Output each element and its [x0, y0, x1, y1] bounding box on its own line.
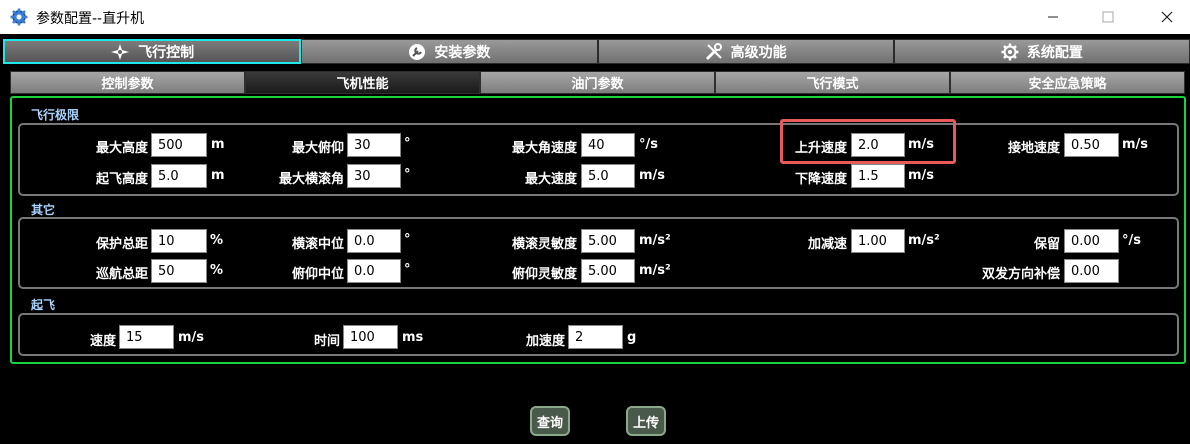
highlight-climb-speed	[780, 119, 956, 164]
label-descent-speed: 下降速度	[794, 172, 847, 187]
tab-label: 飞行控制	[138, 44, 195, 61]
descent-speed-input[interactable]	[851, 164, 905, 188]
max-speed-input[interactable]	[581, 164, 635, 188]
max-angular-speed-input[interactable]	[581, 133, 635, 157]
label-takeoff-altitude: 起飞高度	[95, 172, 148, 187]
unit-roll-sensitivity: m/s²	[639, 233, 671, 248]
label-pitch-center: 俯仰中位	[291, 267, 344, 282]
query-button[interactable]: 查询	[530, 406, 570, 436]
tab-advanced[interactable]: 高级功能	[597, 39, 894, 64]
takeoff-altitude-input[interactable]	[151, 164, 207, 188]
takeoff-acceleration-input[interactable]	[568, 325, 623, 349]
subtab-throttle-params[interactable]: 油门参数	[480, 71, 715, 94]
sub-tab-bar: 控制参数 飞机性能 油门参数 飞行模式 安全应急策略	[10, 71, 1185, 94]
unit-takeoff-time: ms	[402, 330, 424, 345]
unit-takeoff-speed: m/s	[178, 330, 205, 345]
subtab-aircraft-performance[interactable]: 飞机性能	[245, 71, 480, 94]
window-title: 参数配置--直升机	[36, 11, 145, 27]
label-max-roll: 最大横滚角	[278, 172, 344, 187]
maximize-button[interactable]	[1085, 0, 1131, 34]
unit-pitch-center: °	[404, 262, 411, 277]
label-reserved: 保留	[1033, 237, 1060, 252]
unit-max-altitude: m	[211, 137, 225, 152]
twin-engine-comp-input[interactable]	[1064, 259, 1119, 283]
unit-roll-center: °	[404, 232, 411, 247]
label-pitch-sensitivity: 俯仰灵敏度	[511, 267, 577, 282]
label-protect-collective: 保护总距	[95, 237, 148, 252]
tab-label: 安装参数	[434, 44, 491, 61]
section-title-takeoff: 起飞	[31, 298, 56, 312]
cruise-collective-input[interactable]	[151, 259, 207, 283]
section-title-flight-limits: 飞行极限	[31, 108, 80, 122]
maximize-icon	[1102, 11, 1114, 23]
tab-label: 高级功能	[730, 44, 787, 61]
upload-button[interactable]: 上传	[626, 406, 666, 436]
label-roll-center: 横滚中位	[291, 237, 344, 252]
label-max-angular-speed: 最大角速度	[511, 141, 577, 156]
app-gear-icon	[10, 8, 28, 26]
minimize-button[interactable]	[1030, 0, 1076, 34]
section-title-other: 其它	[31, 203, 56, 217]
accel-decel-input[interactable]	[851, 229, 905, 253]
subtab-control-params[interactable]: 控制参数	[10, 71, 245, 94]
pitch-sensitivity-input[interactable]	[581, 259, 635, 283]
plane-icon	[111, 43, 130, 60]
label-max-speed: 最大速度	[524, 172, 577, 187]
unit-max-angular-speed: °/s	[639, 137, 658, 152]
label-roll-sensitivity: 横滚灵敏度	[511, 237, 577, 252]
unit-takeoff-acceleration: g	[627, 330, 637, 345]
unit-max-pitch: °	[404, 136, 411, 151]
pitch-center-input[interactable]	[347, 259, 401, 283]
tab-install-params[interactable]: 安装参数	[301, 39, 598, 64]
label-twin-engine-comp: 双发方向补偿	[981, 267, 1060, 282]
max-roll-input[interactable]	[347, 164, 401, 188]
unit-protect-collective: %	[210, 233, 224, 248]
roll-sensitivity-input[interactable]	[581, 229, 635, 253]
tab-label: 系统配置	[1026, 44, 1083, 61]
unit-accel-decel: m/s²	[908, 233, 940, 248]
takeoff-time-input[interactable]	[343, 325, 398, 349]
label-max-pitch: 最大俯仰	[291, 141, 344, 156]
title-bar: 参数配置--直升机	[0, 0, 1190, 34]
tab-flight-control[interactable]: 飞行控制	[3, 39, 302, 64]
close-icon	[1161, 11, 1173, 23]
protect-collective-input[interactable]	[151, 229, 207, 253]
unit-landing-speed: m/s	[1122, 137, 1149, 152]
label-takeoff-acceleration: 加速度	[525, 334, 565, 349]
label-landing-speed: 接地速度	[1007, 141, 1060, 156]
label-takeoff-time: 时间	[313, 334, 340, 349]
label-accel-decel: 加减速	[807, 237, 847, 252]
minimize-icon	[1048, 16, 1058, 18]
subtab-flight-mode[interactable]: 飞行模式	[715, 71, 950, 94]
unit-takeoff-altitude: m	[211, 168, 225, 183]
unit-pitch-sensitivity: m/s²	[639, 263, 671, 278]
unit-max-roll: °	[404, 167, 411, 182]
label-max-altitude: 最大高度	[95, 141, 148, 156]
gear-icon	[1001, 43, 1019, 60]
reserved-input[interactable]	[1064, 229, 1119, 253]
wrench-circle-icon	[409, 43, 426, 60]
landing-speed-input[interactable]	[1064, 133, 1119, 157]
tools-icon	[705, 42, 722, 60]
label-takeoff-speed: 速度	[89, 334, 116, 349]
takeoff-speed-input[interactable]	[119, 325, 174, 349]
roll-center-input[interactable]	[347, 229, 401, 253]
max-pitch-input[interactable]	[347, 133, 401, 157]
subtab-safety-strategy[interactable]: 安全应急策略	[950, 71, 1185, 94]
unit-reserved: °/s	[1122, 233, 1141, 248]
tab-system-config[interactable]: 系统配置	[893, 39, 1190, 64]
close-button[interactable]	[1144, 0, 1190, 34]
label-cruise-collective: 巡航总距	[95, 267, 148, 282]
max-altitude-input[interactable]	[151, 133, 207, 157]
unit-cruise-collective: %	[210, 263, 224, 278]
unit-descent-speed: m/s	[908, 168, 935, 183]
main-tab-bar: 飞行控制 安装参数 高级功能 系统配置	[3, 39, 1190, 64]
unit-max-speed: m/s	[639, 168, 666, 183]
